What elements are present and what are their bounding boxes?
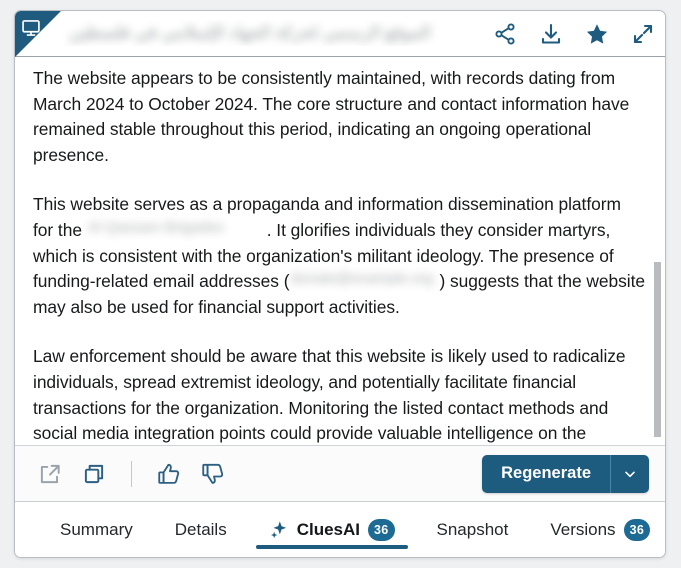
paragraph: Law enforcement should be aware that thi… xyxy=(33,344,645,445)
regenerate-button[interactable]: Regenerate xyxy=(482,454,610,493)
thumbs-up-icon[interactable] xyxy=(156,461,182,487)
tab-label: Snapshot xyxy=(436,519,509,539)
tab-label: Summary xyxy=(60,519,133,539)
thumbs-down-icon[interactable] xyxy=(200,461,226,487)
header-actions xyxy=(493,11,655,57)
sparkle-icon xyxy=(270,520,286,538)
regenerate-dropdown-button[interactable] xyxy=(611,454,649,493)
tab-versions[interactable]: Versions 36 xyxy=(529,502,665,557)
tab-summary[interactable]: Summary xyxy=(39,502,154,557)
share-icon[interactable] xyxy=(493,22,517,46)
regenerate-split-button: Regenerate xyxy=(482,454,649,493)
tab-label: Details xyxy=(174,519,227,539)
content-scrollbar[interactable] xyxy=(651,57,663,445)
tab-badge: 36 xyxy=(623,518,651,541)
tab-details[interactable]: Details xyxy=(154,502,248,557)
content-area: The website appears to be consistently m… xyxy=(15,57,665,445)
header-title-redacted: الموقع الرسمي لحركة الجهاد الإسلامي في ف… xyxy=(63,20,463,46)
action-divider xyxy=(131,460,132,487)
paragraph-text: The website appears to be consistently m… xyxy=(33,68,630,165)
paragraph: This website serves as a propaganda and … xyxy=(33,192,645,320)
scrollbar-thumb[interactable] xyxy=(654,262,661,437)
redacted-text: Al Qassam Brigades xyxy=(87,218,224,236)
star-icon[interactable] xyxy=(585,22,609,46)
tab-badge: 36 xyxy=(368,518,395,541)
card-header: الموقع الرسمي لحركة الجهاد الإسلامي في ف… xyxy=(15,11,665,57)
tab-cluesai[interactable]: CluesAI 36 xyxy=(248,502,416,557)
tab-label: Versions xyxy=(550,519,616,539)
paragraph: The website appears to be consistently m… xyxy=(33,66,645,168)
tab-snapshot[interactable]: Snapshot xyxy=(416,502,530,557)
monitor-icon xyxy=(22,20,40,36)
copy-icon[interactable] xyxy=(81,461,107,487)
action-bar: Regenerate xyxy=(15,445,665,501)
analysis-text: The website appears to be consistently m… xyxy=(15,57,665,445)
feedback-icons xyxy=(37,460,226,487)
header-title-text: الموقع الرسمي لحركة الجهاد الإسلامي في ف… xyxy=(69,23,431,42)
redacted-text: donate@example.org xyxy=(290,270,434,288)
open-external-icon[interactable] xyxy=(37,461,63,487)
tab-label: CluesAI xyxy=(296,519,360,539)
paragraph-text: Law enforcement should be aware that thi… xyxy=(33,346,626,444)
download-icon[interactable] xyxy=(539,22,563,46)
tab-bar: Summary Details CluesAI 36 Snapshot Versions 3… xyxy=(15,501,665,557)
chevron-down-icon xyxy=(625,471,635,477)
expand-icon[interactable] xyxy=(631,22,655,46)
ai-analysis-card: الموقع الرسمي لحركة الجهاد الإسلامي في ف… xyxy=(14,10,666,558)
